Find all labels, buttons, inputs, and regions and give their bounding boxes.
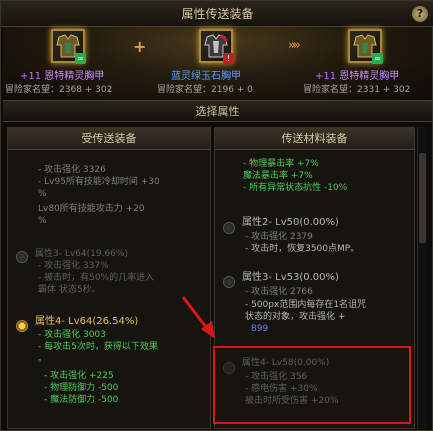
- attr-line: - 所有异常状态抗性 -10%: [243, 183, 348, 193]
- attr3-title: 属性3- Lv64(19.66%): [35, 249, 128, 259]
- source-panel-title: 受传送装备: [8, 128, 210, 150]
- transfer-window: 属性传送装备 ? ∞ + ! »» ∞ +11 恩特精灵胸甲 冒险家名望：236…: [0, 0, 433, 431]
- material-item-name: 蓝灵绿玉石胸甲: [171, 71, 241, 82]
- material-item-slot[interactable]: !: [199, 29, 234, 64]
- bound-badge: ∞: [372, 53, 383, 64]
- attr3-title: 属性3- Lv53(0.00%): [242, 272, 339, 283]
- attr-line: 状态的对象，攻击强化 +: [245, 312, 346, 322]
- attr-line: - 被击时，有50%的几率进入: [38, 273, 155, 283]
- attr-line: %: [38, 216, 47, 226]
- scrollbar-thumb[interactable]: [419, 153, 426, 243]
- arrow-symbol: »»: [288, 38, 301, 53]
- attr3-radio[interactable]: [16, 251, 28, 263]
- attr-line: - 攻击强化 3003: [38, 330, 106, 340]
- source-attribute-panel: 受传送装备 - 攻击强化 3326 - Lv95所有技能冷却时间 +30 % L…: [7, 127, 211, 429]
- result-renown: 冒险家名望：2331 + 302: [303, 85, 411, 95]
- window-title: 属性传送装备: [181, 7, 254, 21]
- attr-line: - 攻击强化 +225: [44, 371, 114, 381]
- source-item-name: +11 恩特精灵胸甲: [20, 71, 105, 82]
- attr2-title: 属性2- Lv50(0.00%): [242, 217, 339, 228]
- source-item-slot[interactable]: ∞: [51, 29, 86, 64]
- source-attribute-list[interactable]: - 攻击强化 3326 - Lv95所有技能冷却时间 +30 % Lv80所有技…: [8, 150, 210, 428]
- window-title-bar[interactable]: 属性传送装备 ?: [1, 1, 433, 27]
- attr-line: - 攻击强化 2379: [245, 232, 313, 242]
- attr-line: 霸体 状态5秒。: [38, 285, 101, 295]
- attr-line: - 攻击强化 3326: [38, 165, 106, 175]
- attr4-radio-selected[interactable]: [16, 320, 28, 332]
- attr-line: - 攻击强化 2766: [245, 287, 313, 297]
- transfer-preview: ∞ + ! »» ∞ +11 恩特精灵胸甲 冒险家名望：2368 + 302 蓝…: [3, 27, 432, 99]
- result-item-slot[interactable]: ∞: [348, 29, 383, 64]
- attr2-radio[interactable]: [223, 222, 235, 234]
- attr-line: - 物理防御力 -500: [44, 383, 119, 393]
- result-item-name: +11 恩特精灵胸甲: [315, 71, 400, 82]
- source-renown: 冒险家名望：2368 + 302: [5, 85, 113, 95]
- attr-line: - 魔法防御力 -500: [44, 395, 119, 405]
- attr-line: - 500px范围内每存在1名诅咒: [245, 300, 367, 310]
- attr-line: %: [38, 189, 47, 199]
- plus-symbol: +: [133, 37, 147, 56]
- bound-badge: ∞: [75, 53, 86, 64]
- attr4-title: 属性4- Lv64(26.54%): [35, 316, 139, 327]
- highlight-box: [213, 346, 411, 424]
- help-button[interactable]: ?: [412, 6, 428, 22]
- attr-line: - 物理暴击率 +7%: [243, 159, 319, 169]
- red-arrow-icon: [181, 296, 215, 339]
- attr3-radio[interactable]: [223, 276, 235, 288]
- material-renown: 冒险家名望：2196 + 0: [157, 85, 253, 95]
- attr-line: - Lv95所有技能冷却时间 +30: [38, 177, 160, 187]
- attr-line: 。: [38, 354, 48, 364]
- attr-line: 899: [251, 324, 269, 334]
- attr-line: - 攻击强化 337%: [38, 261, 109, 271]
- warning-badge: !: [223, 53, 234, 64]
- section-title: 选择属性: [3, 100, 432, 122]
- material-panel-title: 传送材料装备: [215, 128, 414, 150]
- panel-scrollbar[interactable]: [417, 127, 427, 429]
- attr-line: 魔法暴击率 +7%: [243, 171, 313, 181]
- attr-line: - 攻击时，恢复3500点MP。: [245, 244, 360, 254]
- attr-line: - 每攻击5次时，获得以下效果: [38, 342, 158, 352]
- attr-line: Lv80所有技能攻击力 +20: [38, 204, 145, 214]
